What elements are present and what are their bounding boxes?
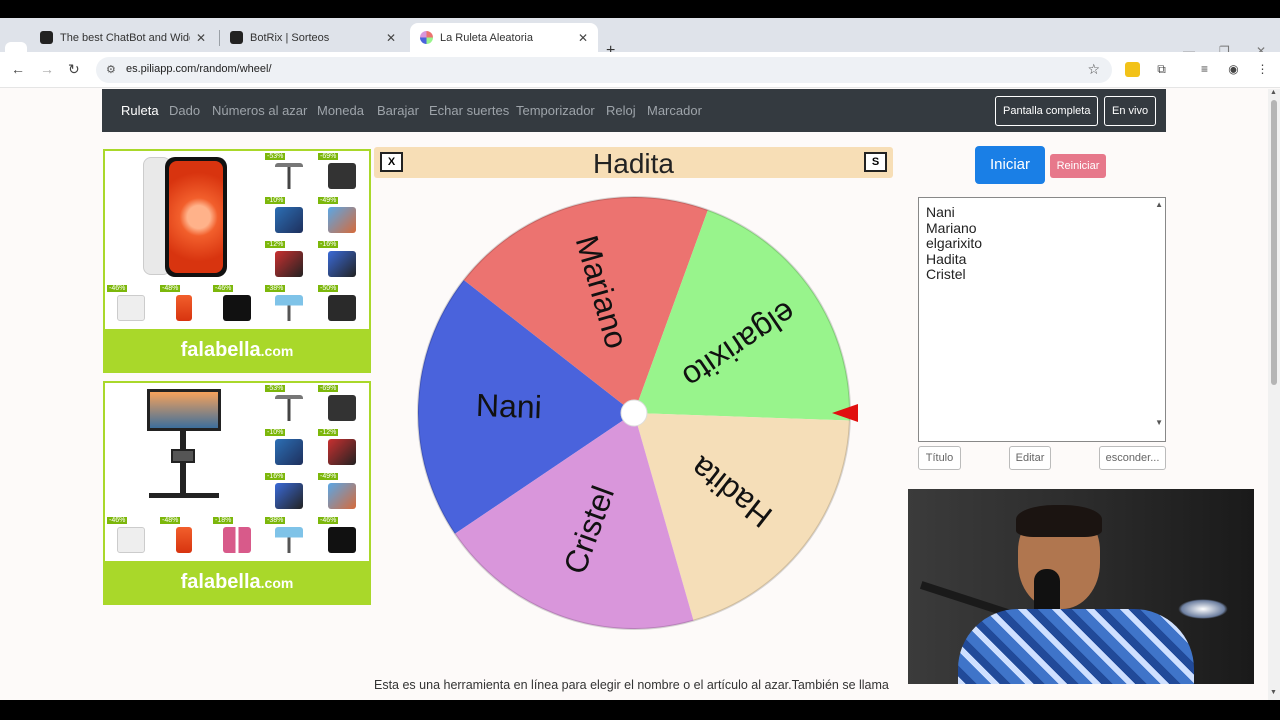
ad-product: -18% <box>213 517 257 557</box>
ad-product: -53% <box>265 385 309 425</box>
piliapp-icon <box>420 31 433 44</box>
spin-wheel[interactable]: NaniMariano elgarixitoHaditaCristel <box>374 180 894 650</box>
tab-title: The best ChatBot and Widgets <box>60 31 190 44</box>
tab-chatbot[interactable]: The best ChatBot and Widgets ✕ <box>30 23 216 52</box>
tab-strip: ⌄ The best ChatBot and Widgets ✕ BotRix … <box>0 18 1280 64</box>
nav-moneda[interactable]: Moneda <box>317 103 364 118</box>
ad-product: -46% <box>318 517 362 557</box>
extension-icon[interactable] <box>1125 62 1140 77</box>
wheel-title-bar: X Hadita S <box>374 147 893 179</box>
ad-product: -38% <box>265 285 309 325</box>
reset-button[interactable]: Reiniciar <box>1050 154 1106 178</box>
ad-product: -69% <box>318 385 362 425</box>
address-bar[interactable]: ⚙ es.piliapp.com/random/wheel/ ☆ <box>96 57 1112 83</box>
ad-product: -48% <box>160 285 204 325</box>
ad-product: -46% <box>107 285 151 325</box>
github-icon <box>230 31 243 44</box>
media-icon[interactable]: ≡ <box>1197 62 1212 77</box>
wheel-title: Hadita <box>593 148 674 179</box>
ad-banner-bottom[interactable]: -53% -69% -10% -12% -16% -49% -46% -48% … <box>103 381 371 605</box>
page-scrollbar[interactable]: ▲ ▼ <box>1268 89 1280 700</box>
puzzle-icon[interactable]: ⧉ <box>1154 62 1169 77</box>
name-entry: Mariano <box>926 219 977 236</box>
wheel-hub <box>620 399 648 427</box>
s-button[interactable]: S <box>864 152 887 172</box>
back-icon[interactable]: ← <box>11 61 25 77</box>
iphone-image <box>139 157 231 277</box>
tab-ruleta[interactable]: La Ruleta Aleatoria ✕ <box>410 23 598 52</box>
scroll-up-icon[interactable]: ▲ <box>1155 200 1163 209</box>
ad-product: -53% <box>265 153 309 193</box>
tab-botrix[interactable]: BotRix | Sorteos ✕ <box>220 23 406 52</box>
profile-icon[interactable]: ◉ <box>1226 62 1241 77</box>
screen: ⌄ The best ChatBot and Widgets ✕ BotRix … <box>0 0 1280 720</box>
nav-ruleta[interactable]: Ruleta <box>121 103 159 118</box>
nav-barajar[interactable]: Barajar <box>377 103 419 118</box>
name-entry: Nani <box>926 204 955 220</box>
falabella-logo: falabella.com <box>105 561 369 603</box>
close-icon[interactable]: ✕ <box>196 31 206 45</box>
ad-product: -46% <box>213 285 257 325</box>
scroll-up-icon[interactable]: ▲ <box>1270 89 1277 96</box>
names-textarea[interactable]: Nani Mariano elgarixito Hadita Cristel ▲… <box>918 197 1166 442</box>
ad-product: -12% <box>265 241 309 281</box>
browser-toolbar: ← → ↻ ⚙ es.piliapp.com/random/wheel/ ☆ ⧉… <box>0 52 1280 88</box>
ad-product: -16% <box>318 241 362 281</box>
start-button[interactable]: Iniciar <box>975 146 1045 184</box>
ad-product: -38% <box>265 517 309 557</box>
name-entry: elgarixito <box>926 235 983 251</box>
ad-product: -12% <box>318 429 362 469</box>
ad-product: -48% <box>160 517 204 557</box>
site-navbar: Ruleta Dado Números al azar Moneda Baraj… <box>102 89 1166 132</box>
tab-title: La Ruleta Aleatoria <box>440 31 533 44</box>
name-entry: Cristel <box>926 266 966 282</box>
webcam-overlay <box>908 489 1254 684</box>
live-button[interactable]: En vivo <box>1104 96 1157 126</box>
name-entry: Hadita <box>926 250 967 267</box>
tab-title: BotRix | Sorteos <box>250 31 330 44</box>
url-text: es.piliapp.com/random/wheel/ <box>126 63 272 75</box>
shirt <box>958 609 1194 684</box>
edit-button[interactable]: Editar <box>1009 446 1051 470</box>
ad-product: -69% <box>318 153 362 193</box>
site-info-icon[interactable]: ⚙ <box>106 63 116 76</box>
reload-icon[interactable]: ↻ <box>68 61 80 78</box>
scroll-down-icon[interactable]: ▼ <box>1270 689 1277 696</box>
top-black-bar <box>0 0 1280 18</box>
ad-product: -50% <box>318 285 362 325</box>
ad-product: -49% <box>318 473 362 513</box>
scroll-thumb[interactable] <box>1271 100 1277 385</box>
nav-temporizador[interactable]: Temporizador <box>516 103 595 118</box>
nav-echar-suertes[interactable]: Echar suertes <box>429 103 509 118</box>
description-text: Esta es una herramienta en línea para el… <box>374 678 889 692</box>
forward-icon[interactable]: → <box>40 61 54 77</box>
github-icon <box>40 31 53 44</box>
scroll-down-icon[interactable]: ▼ <box>1155 418 1163 427</box>
wheel-segment-label: Nani <box>475 387 542 425</box>
ad-banner-top[interactable]: -53% -69% -10% -49% -12% -16% -46% -48% … <box>103 149 371 373</box>
nav-marcador[interactable]: Marcador <box>647 103 702 118</box>
falabella-logo: falabella.com <box>105 329 369 371</box>
nav-dado[interactable]: Dado <box>169 103 200 118</box>
ad-product: -49% <box>318 197 362 237</box>
bookmark-star-icon[interactable]: ☆ <box>1087 61 1100 78</box>
title-button[interactable]: Título <box>918 446 961 470</box>
menu-icon[interactable]: ⋮ <box>1255 62 1270 77</box>
close-icon[interactable]: ✕ <box>578 31 588 45</box>
ad-product: -10% <box>265 429 309 469</box>
hide-button[interactable]: esconder... <box>1099 446 1166 470</box>
tv-stand-image <box>145 387 225 511</box>
nav-numeros[interactable]: Números al azar <box>212 103 307 118</box>
ad-product: -10% <box>265 197 309 237</box>
close-icon[interactable]: ✕ <box>386 31 396 45</box>
fullscreen-button[interactable]: Pantalla completa <box>995 96 1099 126</box>
nav-reloj[interactable]: Reloj <box>606 103 636 118</box>
bottom-black-bar <box>0 700 1280 720</box>
ad-product: -16% <box>265 473 309 513</box>
ad-product: -46% <box>107 517 151 557</box>
